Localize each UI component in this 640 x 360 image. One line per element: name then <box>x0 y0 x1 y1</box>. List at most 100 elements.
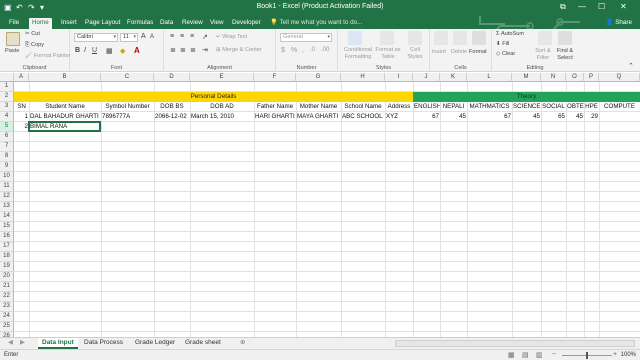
close-icon[interactable]: ✕ <box>620 2 627 11</box>
share-button[interactable]: 👤 Share <box>606 18 632 26</box>
row-header-17[interactable]: 17 <box>0 242 14 252</box>
sheet-tab-grade-ledger[interactable]: Grade Ledger <box>131 338 179 349</box>
horizontal-scrollbar[interactable] <box>395 340 635 347</box>
sheet-tab-data-process[interactable]: Data Process <box>80 338 127 349</box>
column-header-a[interactable]: A <box>14 73 29 82</box>
insert-cells-button[interactable]: Insert <box>432 49 446 55</box>
column-header-b[interactable]: B <box>29 73 101 82</box>
sheet-tab-grade-sheet[interactable]: Grade sheet <box>181 338 225 349</box>
borders-icon[interactable]: ▦ <box>106 47 113 55</box>
row-header-10[interactable]: 10 <box>0 172 14 182</box>
cut-button[interactable]: ✂ Cut <box>25 31 40 37</box>
paste-icon[interactable] <box>6 32 20 46</box>
column-header-n[interactable]: N <box>541 73 566 82</box>
scroll-tabs-right-icon[interactable]: ▶ <box>16 338 29 349</box>
tab-insert[interactable]: Insert <box>58 18 80 29</box>
zoom-out-icon[interactable]: − <box>552 351 556 358</box>
data-cell[interactable]: ABC SCHOOL <box>341 112 385 122</box>
header-cell[interactable]: MATHMATICS <box>467 102 512 112</box>
column-header-h[interactable]: H <box>341 73 385 82</box>
comma-icon[interactable]: , <box>302 47 304 54</box>
row-header-24[interactable]: 24 <box>0 312 14 322</box>
selected-cell-b5[interactable] <box>28 121 101 132</box>
header-cell[interactable]: Student Name <box>29 102 101 112</box>
column-header-j[interactable]: J <box>413 73 440 82</box>
zoom-in-icon[interactable]: + <box>613 351 617 358</box>
tab-formulas[interactable]: Formulas <box>124 18 156 29</box>
header-cell[interactable]: SN <box>14 102 29 112</box>
header-cell[interactable]: NEPALI <box>440 102 467 112</box>
indent-icon[interactable]: ⇥ <box>202 46 208 54</box>
column-header-e[interactable]: E <box>190 73 254 82</box>
data-cell[interactable]: 2 <box>14 122 29 132</box>
tell-me-search[interactable]: 💡 Tell me what you want to do... <box>270 18 362 26</box>
clear-button[interactable]: ◇ Clear <box>496 51 515 57</box>
number-format-dropdown[interactable]: General <box>280 33 332 42</box>
sort-filter-button[interactable]: Sort & Filter <box>532 48 554 62</box>
autosum-button[interactable]: Σ AutoSum <box>496 31 524 37</box>
wrap-text-button[interactable]: ↵ Wrap Text <box>216 34 247 40</box>
tab-developer[interactable]: Developer <box>229 18 264 29</box>
data-cell[interactable]: 1 <box>14 112 29 122</box>
font-size-dropdown[interactable]: 11 <box>120 33 138 42</box>
minimize-icon[interactable]: — <box>578 2 586 11</box>
maximize-icon[interactable]: ☐ <box>598 2 605 11</box>
data-cell[interactable]: 45 <box>566 112 584 122</box>
row-header-25[interactable]: 25 <box>0 322 14 332</box>
row-header-9[interactable]: 9 <box>0 162 14 172</box>
data-cell[interactable]: 2066-12-02 <box>154 112 190 122</box>
align-center-icon[interactable]: ≣ <box>180 46 186 54</box>
row-header-8[interactable]: 8 <box>0 152 14 162</box>
page-break-view-icon[interactable]: ▥ <box>536 351 543 359</box>
column-header-c[interactable]: C <box>101 73 154 82</box>
page-layout-view-icon[interactable]: ▤ <box>522 351 529 359</box>
row-header-23[interactable]: 23 <box>0 302 14 312</box>
bottom-align-icon[interactable]: ≡ <box>190 33 194 40</box>
data-cell[interactable]: 29 <box>584 112 599 122</box>
spreadsheet-grid[interactable]: A B C D E F G H I J K L M N O P Q 1 2 3 4 5 6 7 8 9 10 11 12 13 14 15 16… <box>0 73 640 337</box>
column-header-d[interactable]: D <box>154 73 190 82</box>
select-all-corner[interactable] <box>0 73 14 82</box>
format-as-table-button[interactable]: Format as Table <box>374 47 402 61</box>
row-header-6[interactable]: 6 <box>0 132 14 142</box>
font-color-icon[interactable]: A <box>134 46 140 55</box>
column-header-p[interactable]: P <box>584 73 599 82</box>
header-cell[interactable]: SCIENCE <box>512 102 541 112</box>
tab-page-layout[interactable]: Page Layout <box>82 18 123 29</box>
normal-view-icon[interactable]: ▦ <box>508 351 515 359</box>
column-header-i[interactable]: I <box>385 73 413 82</box>
decrease-decimal-icon[interactable]: .00 <box>321 47 329 53</box>
tab-view[interactable]: View <box>207 18 227 29</box>
header-cell[interactable]: School Name <box>341 102 385 112</box>
sheet-tab-data-input[interactable]: Data Input <box>38 338 78 349</box>
copy-button[interactable]: ⎘ Copy <box>25 42 44 49</box>
row-header-14[interactable]: 14 <box>0 212 14 222</box>
orientation-icon[interactable]: ↗ <box>202 33 208 41</box>
header-cell[interactable]: Address <box>385 102 413 112</box>
header-cell[interactable]: OBTE <box>566 102 584 112</box>
tab-review[interactable]: Review <box>179 18 206 29</box>
data-cell[interactable]: March 15, 2010 <box>190 112 254 122</box>
data-cell[interactable]: 7896777A <box>101 112 154 122</box>
column-header-m[interactable]: M <box>512 73 541 82</box>
data-cell[interactable]: 45 <box>440 112 467 122</box>
row-header-15[interactable]: 15 <box>0 222 14 232</box>
header-cell[interactable]: Symbol Number <box>101 102 154 112</box>
row-header-20[interactable]: 20 <box>0 272 14 282</box>
row-header-18[interactable]: 18 <box>0 252 14 262</box>
percent-icon[interactable]: % <box>291 47 297 54</box>
row-header-13[interactable]: 13 <box>0 202 14 212</box>
align-left-icon[interactable]: ≣ <box>170 46 176 54</box>
row-header-3[interactable]: 3 <box>0 102 14 112</box>
header-cell[interactable]: COMPUTE <box>599 102 640 112</box>
currency-icon[interactable]: $ <box>281 47 285 54</box>
data-cell[interactable]: MAYA GHARTI <box>296 112 341 122</box>
row-header-7[interactable]: 7 <box>0 142 14 152</box>
header-cell[interactable]: DOB AD <box>190 102 254 112</box>
grow-font-icon[interactable]: A <box>141 33 146 40</box>
row-header-11[interactable]: 11 <box>0 182 14 192</box>
ribbon-display-icon[interactable]: ⧉ <box>560 2 566 12</box>
tab-file[interactable]: File <box>6 18 22 29</box>
fill-color-icon[interactable]: ◆ <box>120 47 125 55</box>
header-cell[interactable]: SOCIAL <box>541 102 566 112</box>
